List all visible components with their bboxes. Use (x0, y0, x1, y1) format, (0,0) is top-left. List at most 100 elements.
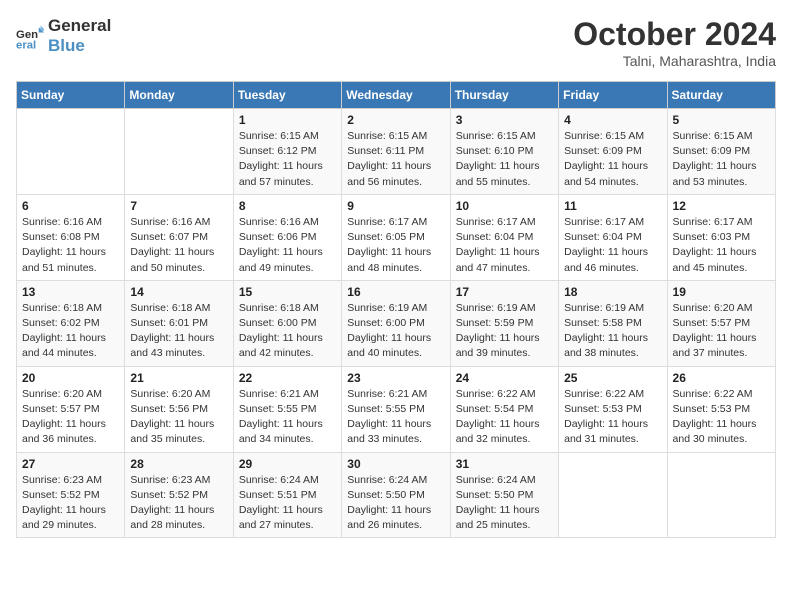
calendar-cell: 27 Sunrise: 6:23 AM Sunset: 5:52 PM Dayli… (17, 452, 125, 538)
calendar-cell (17, 109, 125, 195)
calendar-cell: 15 Sunrise: 6:18 AM Sunset: 6:00 PM Dayli… (233, 280, 341, 366)
day-number: 19 (673, 285, 770, 299)
day-info: Sunrise: 6:15 AM Sunset: 6:10 PM Dayligh… (456, 129, 553, 190)
day-info: Sunrise: 6:20 AM Sunset: 5:56 PM Dayligh… (130, 387, 227, 448)
calendar-cell: 22 Sunrise: 6:21 AM Sunset: 5:55 PM Dayli… (233, 366, 341, 452)
day-number: 3 (456, 113, 553, 127)
day-number: 30 (347, 457, 444, 471)
calendar-cell: 28Sunrise: 6:23 AM Sunset: 5:52 PM Dayli… (125, 452, 233, 538)
calendar-week-5: 27 Sunrise: 6:23 AM Sunset: 5:52 PM Dayli… (17, 452, 776, 538)
day-number: 13 (22, 285, 119, 299)
day-number: 16 (347, 285, 444, 299)
calendar-cell: 4 Sunrise: 6:15 AM Sunset: 6:09 PM Daylig… (559, 109, 667, 195)
title-block: October 2024 Talni, Maharashtra, India (573, 16, 776, 69)
weekday-header-friday: Friday (559, 82, 667, 109)
day-number: 5 (673, 113, 770, 127)
day-number: 22 (239, 371, 336, 385)
svg-text:eral: eral (16, 40, 36, 51)
calendar-week-1: 1 Sunrise: 6:15 AM Sunset: 6:12 PM Daylig… (17, 109, 776, 195)
day-info: Sunrise: 6:20 AM Sunset: 5:57 PM Dayligh… (22, 387, 119, 448)
day-info: Sunrise: 6:16 AM Sunset: 6:06 PM Dayligh… (239, 215, 336, 276)
day-number: 18 (564, 285, 661, 299)
calendar-week-2: 6Sunrise: 6:16 AM Sunset: 6:08 PM Daylig… (17, 194, 776, 280)
calendar-cell: 25 Sunrise: 6:22 AM Sunset: 5:53 PM Dayli… (559, 366, 667, 452)
day-number: 1 (239, 113, 336, 127)
calendar-cell: 2 Sunrise: 6:15 AM Sunset: 6:11 PM Daylig… (342, 109, 450, 195)
calendar-cell: 24 Sunrise: 6:22 AM Sunset: 5:54 PM Dayli… (450, 366, 558, 452)
calendar-cell: 26Sunrise: 6:22 AM Sunset: 5:53 PM Dayli… (667, 366, 775, 452)
day-info: Sunrise: 6:23 AM Sunset: 5:52 PM Dayligh… (22, 473, 119, 534)
day-info: Sunrise: 6:21 AM Sunset: 5:55 PM Dayligh… (347, 387, 444, 448)
day-number: 28 (130, 457, 227, 471)
day-info: Sunrise: 6:24 AM Sunset: 5:51 PM Dayligh… (239, 473, 336, 534)
weekday-header-monday: Monday (125, 82, 233, 109)
calendar-week-4: 20 Sunrise: 6:20 AM Sunset: 5:57 PM Dayli… (17, 366, 776, 452)
weekday-header-tuesday: Tuesday (233, 82, 341, 109)
day-number: 4 (564, 113, 661, 127)
day-number: 2 (347, 113, 444, 127)
day-info: Sunrise: 6:22 AM Sunset: 5:53 PM Dayligh… (564, 387, 661, 448)
day-info: Sunrise: 6:18 AM Sunset: 6:01 PM Dayligh… (130, 301, 227, 362)
day-number: 24 (456, 371, 553, 385)
day-info: Sunrise: 6:17 AM Sunset: 6:03 PM Dayligh… (673, 215, 770, 276)
logo-text-blue: Blue (48, 36, 111, 56)
day-number: 27 (22, 457, 119, 471)
calendar-cell: 3 Sunrise: 6:15 AM Sunset: 6:10 PM Daylig… (450, 109, 558, 195)
day-number: 15 (239, 285, 336, 299)
day-number: 11 (564, 199, 661, 213)
calendar-cell: 8 Sunrise: 6:16 AM Sunset: 6:06 PM Daylig… (233, 194, 341, 280)
calendar-cell: 9 Sunrise: 6:17 AM Sunset: 6:05 PM Daylig… (342, 194, 450, 280)
day-info: Sunrise: 6:21 AM Sunset: 5:55 PM Dayligh… (239, 387, 336, 448)
day-info: Sunrise: 6:15 AM Sunset: 6:09 PM Dayligh… (673, 129, 770, 190)
calendar-cell: 21 Sunrise: 6:20 AM Sunset: 5:56 PM Dayli… (125, 366, 233, 452)
weekday-header-sunday: Sunday (17, 82, 125, 109)
calendar-cell: 10Sunrise: 6:17 AM Sunset: 6:04 PM Dayli… (450, 194, 558, 280)
weekday-header-thursday: Thursday (450, 82, 558, 109)
day-number: 10 (456, 199, 553, 213)
calendar-cell: 12 Sunrise: 6:17 AM Sunset: 6:03 PM Dayli… (667, 194, 775, 280)
day-number: 25 (564, 371, 661, 385)
day-number: 26 (673, 371, 770, 385)
calendar-cell: 6Sunrise: 6:16 AM Sunset: 6:08 PM Daylig… (17, 194, 125, 280)
day-info: Sunrise: 6:17 AM Sunset: 6:04 PM Dayligh… (564, 215, 661, 276)
day-info: Sunrise: 6:17 AM Sunset: 6:05 PM Dayligh… (347, 215, 444, 276)
weekday-header-wednesday: Wednesday (342, 82, 450, 109)
page-header: Gen eral General Blue October 2024 Talni… (16, 16, 776, 69)
day-info: Sunrise: 6:19 AM Sunset: 6:00 PM Dayligh… (347, 301, 444, 362)
day-number: 31 (456, 457, 553, 471)
day-info: Sunrise: 6:19 AM Sunset: 5:59 PM Dayligh… (456, 301, 553, 362)
location: Talni, Maharashtra, India (573, 53, 776, 69)
calendar-cell: 11 Sunrise: 6:17 AM Sunset: 6:04 PM Dayli… (559, 194, 667, 280)
day-number: 29 (239, 457, 336, 471)
day-number: 21 (130, 371, 227, 385)
day-number: 9 (347, 199, 444, 213)
day-info: Sunrise: 6:16 AM Sunset: 6:07 PM Dayligh… (130, 215, 227, 276)
day-info: Sunrise: 6:15 AM Sunset: 6:12 PM Dayligh… (239, 129, 336, 190)
day-info: Sunrise: 6:22 AM Sunset: 5:54 PM Dayligh… (456, 387, 553, 448)
day-number: 12 (673, 199, 770, 213)
day-number: 20 (22, 371, 119, 385)
day-info: Sunrise: 6:24 AM Sunset: 5:50 PM Dayligh… (456, 473, 553, 534)
calendar-cell: 16 Sunrise: 6:19 AM Sunset: 6:00 PM Dayli… (342, 280, 450, 366)
month-title: October 2024 (573, 16, 776, 53)
calendar-table: SundayMondayTuesdayWednesdayThursdayFrid… (16, 81, 776, 538)
day-info: Sunrise: 6:18 AM Sunset: 6:02 PM Dayligh… (22, 301, 119, 362)
day-info: Sunrise: 6:24 AM Sunset: 5:50 PM Dayligh… (347, 473, 444, 534)
calendar-cell: 13 Sunrise: 6:18 AM Sunset: 6:02 PM Dayli… (17, 280, 125, 366)
calendar-cell (667, 452, 775, 538)
day-info: Sunrise: 6:15 AM Sunset: 6:09 PM Dayligh… (564, 129, 661, 190)
calendar-cell: 31 Sunrise: 6:24 AM Sunset: 5:50 PM Dayli… (450, 452, 558, 538)
calendar-cell: 30 Sunrise: 6:24 AM Sunset: 5:50 PM Dayli… (342, 452, 450, 538)
calendar-cell: 18Sunrise: 6:19 AM Sunset: 5:58 PM Dayli… (559, 280, 667, 366)
day-info: Sunrise: 6:15 AM Sunset: 6:11 PM Dayligh… (347, 129, 444, 190)
calendar-cell (125, 109, 233, 195)
day-info: Sunrise: 6:18 AM Sunset: 6:00 PM Dayligh… (239, 301, 336, 362)
calendar-cell: 14Sunrise: 6:18 AM Sunset: 6:01 PM Dayli… (125, 280, 233, 366)
calendar-cell: 20 Sunrise: 6:20 AM Sunset: 5:57 PM Dayli… (17, 366, 125, 452)
logo: Gen eral General Blue (16, 16, 111, 57)
day-number: 8 (239, 199, 336, 213)
logo-icon: Gen eral (16, 22, 44, 50)
calendar-cell: 1 Sunrise: 6:15 AM Sunset: 6:12 PM Daylig… (233, 109, 341, 195)
day-number: 7 (130, 199, 227, 213)
calendar-cell: 5 Sunrise: 6:15 AM Sunset: 6:09 PM Daylig… (667, 109, 775, 195)
